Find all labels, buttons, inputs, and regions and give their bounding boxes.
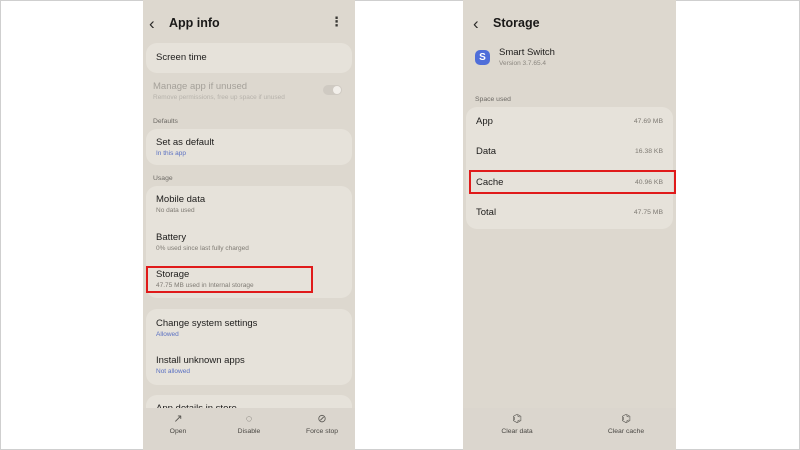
manage-unused-subtitle: Remove permissions, free up space if unu… xyxy=(153,94,285,101)
mobile-data-item[interactable]: Mobile data No data used xyxy=(146,186,352,222)
manage-unused-label: Manage app if unused xyxy=(153,81,248,92)
storage-header: ‹ Storage xyxy=(463,10,676,40)
row-label: Data xyxy=(476,146,497,157)
clear-data-label: Clear data xyxy=(501,428,533,435)
storage-highlight-box xyxy=(146,266,313,293)
app-name: Smart Switch xyxy=(499,47,555,58)
open-external-icon: ↗ xyxy=(173,413,183,425)
page-title: Storage xyxy=(493,16,540,30)
clear-data-icon: ⌬ xyxy=(512,413,522,425)
set-as-default-subtitle: In this app xyxy=(156,150,186,157)
row-label: Total xyxy=(476,207,497,218)
force-stop-button[interactable]: ⊘ Force stop xyxy=(289,411,355,435)
space-used-header: Space used xyxy=(475,96,511,103)
disable-icon: ◌ xyxy=(245,413,253,425)
storage-row-data: Data 16.38 KB xyxy=(466,137,673,167)
set-as-default-item[interactable]: Set as default In this app xyxy=(146,129,352,165)
space-used-card: App 47.69 MB Data 16.38 KB Cache 40.96 K… xyxy=(466,107,673,229)
cache-highlight-box xyxy=(469,170,676,194)
usage-section-header: Usage xyxy=(153,175,173,182)
battery-subtitle: 0% used since last fully charged xyxy=(156,245,249,252)
change-system-settings-subtitle: Allowed xyxy=(156,331,179,338)
mobile-data-subtitle: No data used xyxy=(156,207,195,214)
storage-action-bar: ⌬ Clear data ⌬ Clear cache xyxy=(463,408,676,450)
more-options-icon[interactable]: ⋮ xyxy=(330,14,343,30)
clear-cache-icon: ⌬ xyxy=(621,413,631,425)
system-settings-card: Change system settings Allowed Install u… xyxy=(146,309,352,385)
change-system-settings-item[interactable]: Change system settings Allowed xyxy=(146,309,352,345)
defaults-card: Set as default In this app xyxy=(146,129,352,165)
storage-screen: ‹ Storage S Smart Switch Version 3.7.65.… xyxy=(463,0,676,450)
back-arrow-icon[interactable]: ‹ xyxy=(473,14,479,34)
manage-unused-item[interactable]: Manage app if unused Remove permissions,… xyxy=(143,76,355,106)
clear-data-button[interactable]: ⌬ Clear data xyxy=(484,411,550,435)
image-frame xyxy=(0,0,800,450)
app-info-action-bar: ↗ Open ◌ Disable ⊘ Force stop xyxy=(143,408,355,450)
smart-switch-logo-icon: S xyxy=(475,50,490,65)
app-version: Version 3.7.65.4 xyxy=(499,60,546,67)
install-unknown-apps-item[interactable]: Install unknown apps Not allowed xyxy=(146,347,352,383)
clear-cache-button[interactable]: ⌬ Clear cache xyxy=(593,411,659,435)
disable-label: Disable xyxy=(237,428,261,435)
install-unknown-apps-label: Install unknown apps xyxy=(156,355,245,366)
battery-item[interactable]: Battery 0% used since last fully charged xyxy=(146,224,352,260)
screen-time-item[interactable]: Screen time xyxy=(146,43,352,73)
mobile-data-label: Mobile data xyxy=(156,194,206,205)
page-title: App info xyxy=(169,16,220,30)
storage-row-app: App 47.69 MB xyxy=(466,107,673,137)
battery-label: Battery xyxy=(156,232,187,243)
manage-unused-toggle[interactable] xyxy=(323,85,342,95)
set-as-default-label: Set as default xyxy=(156,137,215,148)
install-unknown-apps-subtitle: Not allowed xyxy=(156,368,190,375)
row-value: 47.69 MB xyxy=(633,118,663,125)
app-info-screen: ‹ App info ⋮ Screen time Manage app if u… xyxy=(143,0,355,450)
force-stop-label: Force stop xyxy=(305,428,339,435)
row-label: App xyxy=(476,116,493,127)
screen-time-label: Screen time xyxy=(156,52,207,63)
app-info-header: ‹ App info ⋮ xyxy=(143,10,355,40)
back-arrow-icon[interactable]: ‹ xyxy=(149,14,155,34)
row-value: 16.38 KB xyxy=(635,148,663,155)
screen-time-card: Screen time xyxy=(146,43,352,73)
clear-cache-label: Clear cache xyxy=(607,428,645,435)
row-value: 47.75 MB xyxy=(633,209,663,216)
change-system-settings-label: Change system settings xyxy=(156,318,258,329)
defaults-section-header: Defaults xyxy=(153,118,178,125)
disable-button[interactable]: ◌ Disable xyxy=(216,411,282,435)
force-stop-icon: ⊘ xyxy=(317,413,327,425)
open-button[interactable]: ↗ Open xyxy=(145,411,211,435)
storage-row-total: Total 47.75 MB xyxy=(466,198,673,228)
open-label: Open xyxy=(169,428,187,435)
